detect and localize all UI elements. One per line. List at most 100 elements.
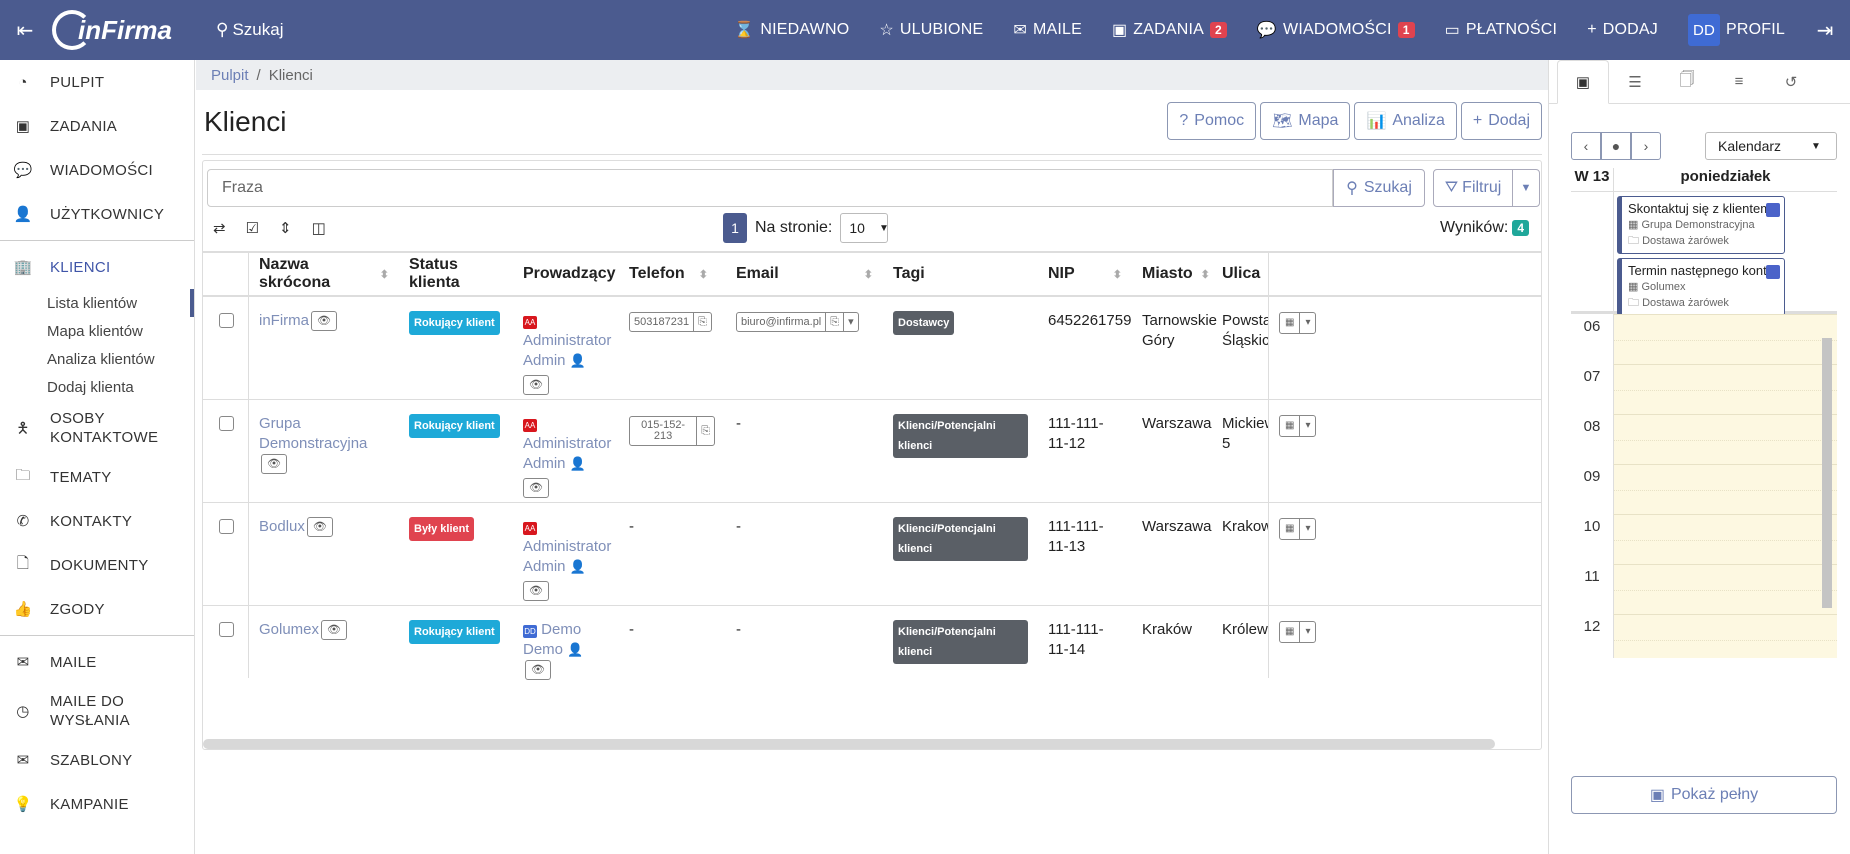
sidebar-item-zgody[interactable]: 👍 ZGODY (0, 587, 194, 631)
sidebar-item-maile-do-wyslania[interactable]: ◷ MAILE DO WYSŁANIA (0, 684, 194, 738)
refresh-icon[interactable]: ⇄ (213, 219, 226, 237)
filter-button[interactable]: ⛛ Filtruj (1433, 169, 1513, 207)
sidebar-subitem-lista-klientow[interactable]: Lista klientów (0, 289, 194, 317)
client-name-link[interactable]: Grupa Demonstracyjna (259, 415, 367, 452)
sidebar-item-kontakty[interactable]: ✆ KONTAKTY (0, 499, 194, 543)
breadcrumb-pulpit[interactable]: Pulpit (211, 67, 249, 84)
search-input[interactable]: Fraza (207, 169, 1333, 207)
hour-cell[interactable] (1613, 364, 1837, 414)
nav-maile[interactable]: ✉ MAILE (998, 20, 1097, 40)
calendar-view-select[interactable]: Kalendarz ▼ (1705, 132, 1837, 160)
calendar-event[interactable]: Termin następnego kontaktu ▦ Golumex 🗀 D… (1617, 258, 1785, 316)
row-actions-button[interactable]: ▦ ▾ (1279, 312, 1317, 334)
sidebar-item-dokumenty[interactable]: 🗋 DOKUMENTY (0, 543, 194, 587)
top-search-button[interactable]: ⚲ Szukaj (216, 20, 283, 40)
hour-cell[interactable] (1613, 314, 1837, 364)
horizontal-scrollbar[interactable] (203, 739, 1495, 749)
collapse-right-panel-icon[interactable]: ⇥ (1800, 18, 1850, 43)
select-all-icon[interactable]: ☑ (246, 219, 259, 237)
sidebar-subitem-analiza-klientow[interactable]: Analiza klientów (0, 345, 194, 373)
sidebar-subitem-mapa-klientow[interactable]: Mapa klientów (0, 317, 194, 345)
column-nip[interactable]: NIP ⬍ (1038, 253, 1132, 295)
nav-wiadomosci[interactable]: 💬 WIADOMOŚCI 1 (1242, 20, 1430, 40)
sidebar-item-pulpit[interactable]: ◔ PULPIT (0, 60, 194, 104)
row-actions-button[interactable]: ▦ ▾ (1279, 518, 1317, 540)
row-actions-button[interactable]: ▦ ▾ (1279, 415, 1317, 437)
show-full-button[interactable]: ▣ Pokaż pełny (1571, 776, 1837, 814)
page-1-button[interactable]: 1 (723, 213, 747, 243)
filter-dropdown-toggle[interactable]: ▼ (1512, 169, 1540, 207)
nav-ulubione[interactable]: ☆ ULUBIONE (864, 20, 998, 40)
client-name-link[interactable]: Golumex (259, 621, 319, 638)
sidebar-item-wiadomosci[interactable]: 💬 WIADOMOŚCI (0, 148, 194, 192)
nav-zadania[interactable]: ▣ ZADANIA 2 (1097, 20, 1242, 40)
analysis-button[interactable]: 📊 Analiza (1354, 102, 1457, 140)
brand-logo[interactable]: inFirma (52, 5, 182, 55)
row-checkbox[interactable] (219, 313, 234, 328)
sidebar-item-maile[interactable]: ✉ MAILE (0, 640, 194, 684)
map-button[interactable]: 🗺 Mapa (1260, 102, 1351, 140)
sidebar-subitem-dodaj-klienta[interactable]: Dodaj klienta (0, 373, 194, 401)
sidebar-item-klienci[interactable]: 🏢 KLIENCI (0, 245, 194, 289)
eye-icon[interactable]: 👁 (525, 660, 551, 681)
copy-icon[interactable]: ⎘ (696, 417, 714, 445)
per-page-select[interactable]: 10 ▼ (840, 213, 889, 243)
sidebar-item-tematy[interactable]: 🗀 TEMATY (0, 455, 194, 499)
copy-icon[interactable]: ⎘ (693, 313, 711, 331)
column-email[interactable]: Email ⬍ (726, 253, 883, 295)
owner-link[interactable]: Administrator Admin (523, 435, 611, 472)
row-checkbox[interactable] (219, 622, 234, 637)
eye-icon[interactable]: 👁 (261, 454, 287, 475)
column-telefon[interactable]: Telefon ⬍ (619, 253, 726, 295)
tab-calendar-icon[interactable]: ▣ (1557, 60, 1609, 104)
tab-tasks-icon[interactable]: ☰ (1609, 60, 1661, 103)
expand-rows-icon[interactable]: ⇕ (279, 219, 292, 237)
owner-link[interactable]: Administrator Admin (523, 332, 611, 369)
column-ulica[interactable]: Ulica (1222, 253, 1268, 295)
eye-icon[interactable]: 👁 (523, 375, 549, 395)
search-button[interactable]: ⚲ Szukaj (1333, 169, 1425, 207)
client-name-link[interactable]: Bodlux (259, 518, 305, 535)
eye-icon[interactable]: 👁 (306, 517, 333, 538)
calendar-event[interactable]: Skontaktuj się z klientem ▦ Grupa Demons… (1617, 196, 1785, 254)
sidebar-item-osoby-kontaktowe[interactable]: 🯅 OSOBY KONTAKTOWE (0, 401, 194, 455)
tab-notes-icon[interactable]: 🗍 (1661, 60, 1713, 103)
hour-cell[interactable] (1613, 414, 1837, 464)
copy-icon[interactable]: ⎘ (825, 313, 843, 331)
columns-icon[interactable]: ◫ (312, 219, 326, 237)
hour-cell[interactable] (1613, 614, 1837, 658)
eye-icon[interactable]: 👁 (321, 620, 348, 641)
owner-link[interactable]: Administrator Admin (523, 538, 611, 575)
next-icon[interactable]: › (1631, 132, 1661, 160)
row-checkbox[interactable] (219, 519, 234, 534)
add-client-button[interactable]: + Dodaj (1460, 102, 1542, 140)
eye-icon[interactable]: 👁 (523, 478, 549, 498)
eye-icon[interactable]: 👁 (523, 581, 549, 601)
tab-list-icon[interactable]: ≡ (1713, 60, 1765, 103)
eye-icon[interactable]: 👁 (311, 311, 338, 332)
sidebar-item-uzytkownicy[interactable]: 👤 UŻYTKOWNICY (0, 192, 194, 236)
nav-niedawno[interactable]: ⌛ NIEDAWNO (719, 20, 864, 40)
phone-group: 503187231 ⎘ (629, 312, 712, 332)
tab-history-icon[interactable]: ↺ (1765, 60, 1817, 103)
collapse-sidebar-icon[interactable]: ⇤ (0, 18, 50, 43)
calendar-scrollbar[interactable] (1822, 338, 1832, 608)
client-name-link[interactable]: inFirma (259, 312, 309, 329)
prev-icon[interactable]: ‹ (1571, 132, 1601, 160)
today-icon[interactable]: ● (1601, 132, 1631, 160)
column-nazwa[interactable]: Nazwa skrócona ⬍ (249, 253, 399, 295)
hour-cell[interactable] (1613, 514, 1837, 564)
help-button[interactable]: ? Pomoc (1167, 102, 1257, 140)
sidebar-item-zadania[interactable]: ▣ ZADANIA (0, 104, 194, 148)
column-miasto[interactable]: Miasto ⬍ (1132, 253, 1222, 295)
nav-dodaj[interactable]: + DODAJ (1572, 21, 1673, 39)
sidebar-item-szablony[interactable]: ✉ SZABLONY (0, 738, 194, 782)
row-actions-button[interactable]: ▦ ▾ (1279, 621, 1317, 643)
hour-cell[interactable] (1613, 564, 1837, 614)
nav-profil[interactable]: DD PROFIL (1673, 14, 1800, 46)
caret-down-icon[interactable]: ▾ (843, 313, 858, 331)
row-checkbox[interactable] (219, 416, 234, 431)
nav-platnosci[interactable]: ▭ PŁATNOŚCI (1430, 20, 1573, 40)
sidebar-item-kampanie[interactable]: 💡 KAMPANIE (0, 782, 194, 826)
hour-cell[interactable] (1613, 464, 1837, 514)
